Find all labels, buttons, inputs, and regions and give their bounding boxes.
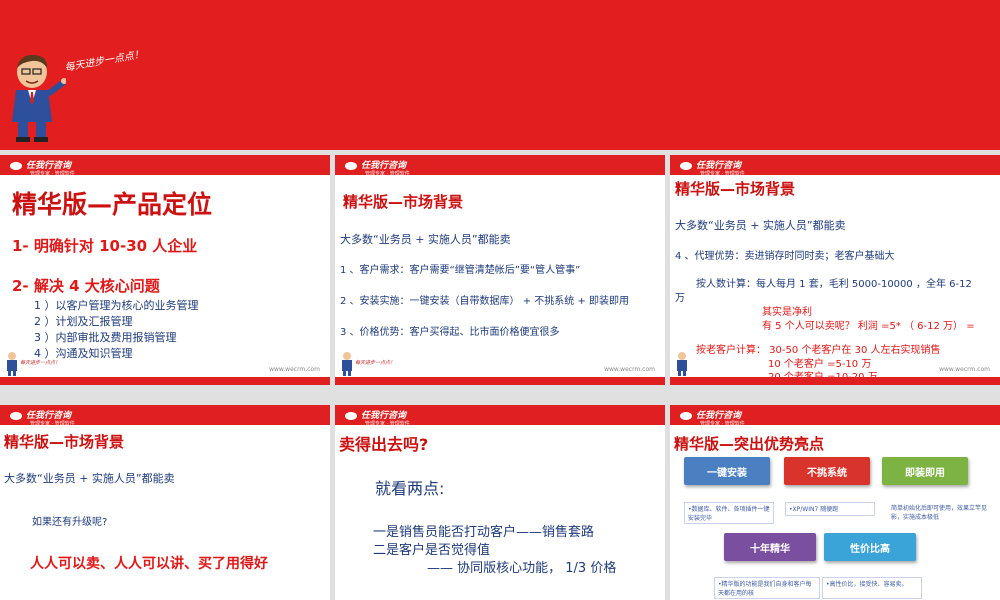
brand-logo: 任我行咨询 管理专家 · 管理软件 [680,408,745,427]
mini-cartoon-icon [677,352,687,376]
logo-mark-icon [680,411,692,420]
logo-mark-icon [345,161,357,170]
intro-text: 大多数“业务员 + 实施人员”都能卖 [4,472,175,485]
slide-header-bar: 任我行咨询 管理专家 · 管理软件 [0,405,330,427]
slide-header-bar: 任我行咨询 管理专家 · 管理软件 [335,405,665,427]
slide-title: 精华版—市场背景 [343,193,464,211]
slide-title: 精华版—市场背景 [4,433,125,451]
question-text: 如果还有升级呢? [32,517,108,528]
list-item: 3 ）内部审批及费用报销管理 [34,331,177,344]
feature-chip: 即装即用 [882,457,968,485]
point-line: 一是销售员能否打动客户——销售套路 [373,525,595,540]
slide-thumbnail-1[interactable]: 任我行咨询 管理专家 · 管理软件 精华版—产品定位 1- 明确针对 10-30 … [0,155,330,385]
banner-slogan: 每天进步一点点！ [63,49,145,74]
feature-note: •精华版的功能是我们自身和客户每天都在用的核 [714,577,820,599]
slide-title: 精华版—市场背景 [675,180,796,198]
logo-mark-icon [10,411,22,420]
mini-slogan: 每天进步一点点！ [355,360,396,366]
brand-logo: 任我行咨询 管理专家 · 管理软件 [10,408,75,427]
slide-thumbnail-2[interactable]: 任我行咨询 管理专家 · 管理软件 精华版—市场背景 大多数“业务员 + 实施人员… [335,155,665,385]
point-2: 2- 解决 4 大核心问题 [12,277,160,295]
site-url: www.wecrm.com [939,366,990,373]
slide-title: 精华版—产品定位 [12,190,213,219]
feature-chip: 性价比高 [824,533,916,561]
mini-slogan: 每天进步一点点！ [20,360,61,366]
slide-title: 精华版—突出优势亮点 [674,435,825,453]
site-url: www.wecrm.com [604,366,655,373]
logo-mark-icon [680,161,692,170]
calc-line: 按老客户计算： 30-50 个老客户在 30 人左右实现销售 [696,345,941,356]
slide-thumbnail-3[interactable]: 任我行咨询 管理专家 · 管理软件 精华版—市场背景 大多数“业务员 + 实施人员… [670,155,1000,385]
list-item: 2 ）计划及汇报管理 [34,315,133,328]
mini-cartoon-icon [342,352,352,376]
brand-logo: 任我行咨询 管理专家 · 管理软件 [680,158,745,177]
brand-logo: 任我行咨询 管理专家 · 管理软件 [10,158,75,177]
intro-text: 大多数“业务员 + 实施人员”都能卖 [675,219,846,232]
point-line: 二是客户是否觉得值 [373,543,491,558]
brand-logo: 任我行咨询 管理专家 · 管理软件 [345,158,410,177]
feature-chip: 一键安装 [684,457,770,485]
subtitle: 就看两点: [375,479,445,498]
slide-header-bar: 任我行咨询 管理专家 · 管理软件 [335,155,665,177]
calc-line: 按人数计算：每人每月 1 套，毛利 5000-10000 ，全年 6-12 [696,279,972,290]
cartoon-man-icon [12,54,66,142]
logo-mark-icon [345,411,357,420]
feature-note: •高性价比，接受快、容易卖。 [822,577,922,599]
slide-footer-bar [0,377,330,385]
slide-footer-bar [335,377,665,385]
slide-thumbnail-6[interactable]: 任我行咨询 管理专家 · 管理软件 精华版—突出优势亮点 一键安装 不挑系统 即装… [670,405,1000,600]
feature-note: 简单初始化后即可使用，效果立竿见影，实施成本极低 [888,502,994,524]
point-1: 1- 明确针对 10-30 人企业 [12,237,198,255]
list-item: 1 ）以客户管理为核心的业务管理 [34,299,199,312]
mini-cartoon-icon [7,352,17,376]
bullet-2: 2 、安装实施：一键安装（自带数据库） + 不挑系统 + 即装即用 [340,296,630,307]
note-line: 其实是净利 [762,307,812,318]
intro-text: 大多数“业务员 + 实施人员”都能卖 [340,233,511,246]
point-line: —— 协同版核心功能， 1/3 价格 [427,561,617,576]
logo-mark-icon [10,161,22,170]
feature-chip: 不挑系统 [784,457,870,485]
site-url: www.wecrm.com [269,366,320,373]
slide-thumbnail-4[interactable]: 任我行咨询 管理专家 · 管理软件 精华版—市场背景 大多数“业务员 + 实施人员… [0,405,330,600]
slide-header-bar: 任我行咨询 管理专家 · 管理软件 [0,155,330,177]
feature-note: •数据库、软件、各项插件一键安装完毕 [684,502,774,524]
slide-header-bar: 任我行咨询 管理专家 · 管理软件 [670,155,1000,177]
calc-line-wrap: 万 [675,293,685,304]
bullet-3: 3 、价格优势：客户买得起、比市面价格便宜很多 [340,327,560,338]
feature-note: •XP/WIN7 随便跑 [785,502,875,516]
slogan-text: 人人可以卖、人人可以讲、买了用得好 [30,556,268,572]
note-line: 有 5 个人可以卖呢？ 利润 =5* （ 6-12 万） = [762,321,975,332]
bullet-1: 1 、客户需求：客户需要“继管清楚帐后”要“管人管事” [340,265,581,276]
slide-title: 卖得出去吗? [339,435,429,454]
slide-footer-bar [670,377,1000,385]
top-banner: 每天进步一点点！ [0,0,1000,150]
slide-header-bar: 任我行咨询 管理专家 · 管理软件 [670,405,1000,427]
bullet-4: 4 、代理优势：卖进销存时同时卖；老客户基础大 [675,251,895,262]
feature-chip: 十年精华 [724,533,816,561]
brand-logo: 任我行咨询 管理专家 · 管理软件 [345,408,410,427]
slide-thumbnail-5[interactable]: 任我行咨询 管理专家 · 管理软件 卖得出去吗? 就看两点: 一是销售员能否打动客… [335,405,665,600]
